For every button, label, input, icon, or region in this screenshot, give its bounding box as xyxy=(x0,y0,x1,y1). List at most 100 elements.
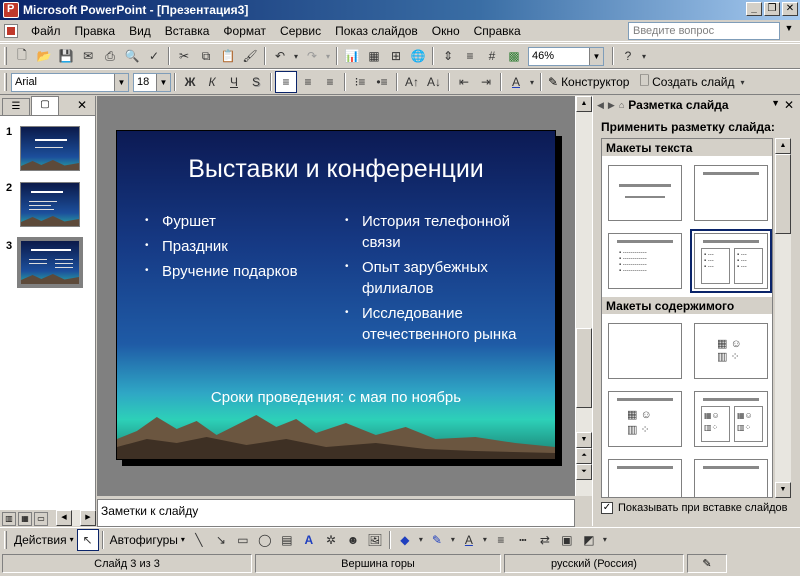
menu-tools[interactable]: Сервис xyxy=(273,22,328,40)
underline-button[interactable]: Ч xyxy=(223,71,245,93)
shadow-button[interactable]: S xyxy=(245,71,267,93)
print-preview-icon[interactable]: 🔍 xyxy=(121,45,143,67)
expand-all-icon[interactable]: ⇕ xyxy=(437,45,459,67)
toolbar-grip[interactable] xyxy=(4,47,7,65)
scroll-right-icon[interactable]: ▶ xyxy=(80,510,96,526)
insert-table-icon[interactable]: ▦ xyxy=(363,45,385,67)
copy-icon[interactable]: ⧉ xyxy=(195,45,217,67)
redo-icon[interactable]: ↷ xyxy=(301,45,323,67)
decrease-font-icon[interactable]: A↓ xyxy=(423,71,445,93)
close-icon[interactable]: ✕ xyxy=(77,98,87,112)
increase-font-icon[interactable]: A↑ xyxy=(401,71,423,93)
open-folder-icon[interactable]: 📂 xyxy=(33,45,55,67)
close-icon[interactable]: ✕ xyxy=(784,98,794,112)
menu-insert[interactable]: Вставка xyxy=(158,22,217,40)
menu-format[interactable]: Формат xyxy=(216,22,273,40)
show-grid-icon[interactable]: # xyxy=(481,45,503,67)
tab-slides[interactable]: ▢ xyxy=(31,96,59,115)
chevron-down-icon[interactable]: ▼ xyxy=(156,73,170,91)
chevron-down-icon[interactable]: ▼ xyxy=(114,73,128,91)
help-search-input[interactable]: Введите вопрос xyxy=(628,22,780,40)
chevron-down-icon[interactable]: ▼ xyxy=(771,98,780,108)
picture-icon[interactable]: 🖼 xyxy=(364,529,386,551)
layout-title-text[interactable]: ▪ ------------ ▪ ------------ ▪ ----------… xyxy=(608,233,682,289)
oval-icon[interactable]: ◯ xyxy=(254,529,276,551)
previous-slide-icon[interactable]: ⏶ xyxy=(576,448,592,464)
layout-blank[interactable] xyxy=(608,323,682,379)
next-slide-icon[interactable]: ⏷ xyxy=(576,464,592,480)
slide-thumbnail-row[interactable]: 3 xyxy=(6,237,83,288)
menu-view[interactable]: Вид xyxy=(122,22,158,40)
chevron-down-icon[interactable]: ▼ xyxy=(782,23,796,39)
layout-content[interactable]: ▦ ☺ ▥ ⁘ xyxy=(694,323,768,379)
slide-thumbnail[interactable] xyxy=(20,126,80,171)
chevron-down-icon[interactable]: ▼ xyxy=(589,47,603,65)
save-icon[interactable]: 💾 xyxy=(55,45,77,67)
designer-button[interactable]: ✎ Конструктор xyxy=(545,75,632,89)
increase-indent-icon[interactable]: ⇥ xyxy=(475,71,497,93)
autoshapes-menu-button[interactable]: Автофигуры ▾ xyxy=(107,533,188,547)
task-pane-scrollbar[interactable]: ▲ ▼ xyxy=(775,138,791,498)
cut-icon[interactable]: ✂ xyxy=(173,45,195,67)
slideshow-view-icon[interactable]: ▭ xyxy=(34,511,48,526)
font-name-select[interactable]: Arial ▼ xyxy=(11,72,129,92)
actions-menu-button[interactable]: Действия ▾ xyxy=(11,533,77,547)
left-text-placeholder[interactable]: • Фуршет • Праздник • Вручение подарков xyxy=(145,211,298,286)
layout-two-column-text[interactable]: ▪ --- ▪ --- ▪ --- ▪ --- ▪ --- ▪ --- xyxy=(690,229,772,293)
format-painter-icon[interactable]: 🖌 xyxy=(239,45,261,67)
scrollbar-thumb[interactable] xyxy=(576,328,592,408)
notes-input[interactable]: Заметки к слайду xyxy=(97,499,575,527)
chevron-down-icon[interactable]: ▾ xyxy=(291,45,301,67)
line-color-icon[interactable]: ✎ xyxy=(426,529,448,551)
line-icon[interactable]: ╲ xyxy=(188,529,210,551)
current-slide[interactable]: Выставки и конференции • Фуршет • Праздник… xyxy=(116,130,556,460)
align-right-icon[interactable]: ≡ xyxy=(319,71,341,93)
insert-chart-icon[interactable]: 📊 xyxy=(341,45,363,67)
scroll-up-icon[interactable]: ▲ xyxy=(775,138,791,154)
email-icon[interactable]: ✉ xyxy=(77,45,99,67)
normal-view-icon[interactable]: ▥ xyxy=(2,511,16,526)
undo-icon[interactable]: ↶ xyxy=(269,45,291,67)
decrease-indent-icon[interactable]: ⇤ xyxy=(453,71,475,93)
powerpoint-icon[interactable] xyxy=(3,2,19,18)
font-size-select[interactable]: 18 ▼ xyxy=(133,72,171,92)
3d-style-icon[interactable]: ◩ xyxy=(578,529,600,551)
toolbar-options-icon[interactable]: ▾ xyxy=(600,529,610,551)
numbering-icon[interactable]: ⁝≡ xyxy=(349,71,371,93)
menu-window[interactable]: Окно xyxy=(425,22,467,40)
scroll-up-icon[interactable]: ▲ xyxy=(576,96,592,112)
toolbar-grip[interactable] xyxy=(4,530,7,549)
right-text-placeholder[interactable]: • История телефонной связи • Опыт зарубежн… xyxy=(345,211,535,349)
layout-title-content[interactable]: ▦ ☺ ▥ ⁘ xyxy=(608,391,682,447)
arrow-icon[interactable]: ↘ xyxy=(210,529,232,551)
align-left-icon[interactable]: ≡ xyxy=(275,71,297,93)
slide-footer-text[interactable]: Сроки проведения: с мая по ноябрь xyxy=(117,389,555,406)
chevron-down-icon[interactable]: ▾ xyxy=(527,71,537,93)
clipart-icon[interactable]: ☻ xyxy=(342,529,364,551)
arrow-style-icon[interactable]: ⇄ xyxy=(534,529,556,551)
slide-thumbnail[interactable] xyxy=(20,182,80,227)
restore-button[interactable]: ❐ xyxy=(764,2,780,16)
home-icon[interactable]: ⌂ xyxy=(619,100,624,110)
slide-vertical-scrollbar[interactable]: ▲ ▼ ⏶ ⏷ xyxy=(575,96,592,496)
fill-color-icon[interactable]: ◆ xyxy=(394,529,416,551)
toolbar-options-icon[interactable]: ▾ xyxy=(737,71,747,93)
slide-thumbnail-row[interactable]: 2 xyxy=(6,182,80,227)
new-slide-button[interactable]: 🗌 Создать слайд xyxy=(636,72,737,93)
bold-button[interactable]: Ж xyxy=(179,71,201,93)
back-icon[interactable]: ◀ xyxy=(597,100,604,111)
layout-title-slide[interactable] xyxy=(608,165,682,221)
paste-icon[interactable]: 📋 xyxy=(217,45,239,67)
print-icon[interactable]: ⎙ xyxy=(99,45,121,67)
menu-edit[interactable]: Правка xyxy=(68,22,123,40)
font-color-icon[interactable]: A xyxy=(458,529,480,551)
font-color-icon[interactable]: A xyxy=(505,71,527,93)
rectangle-icon[interactable]: ▭ xyxy=(232,529,254,551)
slide-thumbnail-selected[interactable] xyxy=(17,237,83,288)
layout-title-two-content[interactable]: ▦☺ ▥⁘ ▦☺ ▥⁘ xyxy=(694,391,768,447)
chevron-down-icon[interactable]: ▾ xyxy=(416,529,426,551)
menu-help[interactable]: Справка xyxy=(467,22,528,40)
slide-thumbnail-row[interactable]: 1 xyxy=(6,126,80,171)
minimize-button[interactable]: _ xyxy=(746,2,762,16)
chevron-down-icon[interactable]: ▾ xyxy=(323,45,333,67)
